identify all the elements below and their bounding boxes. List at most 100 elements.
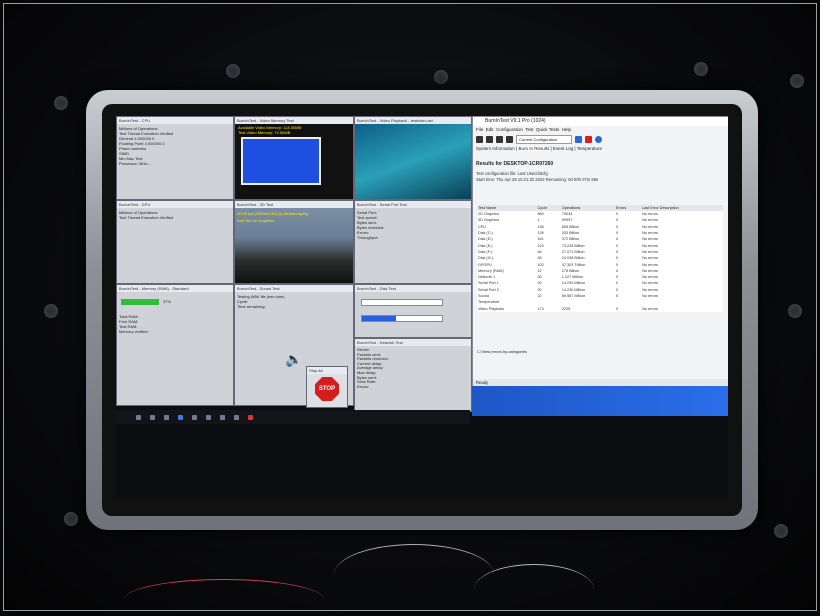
video-memory-test: Test Video Memory: 72.50MB <box>238 130 291 135</box>
checkbox-label: View errors by categories <box>481 349 527 354</box>
menu-bar: File Edit Configuration Test Quick Tests… <box>473 126 728 133</box>
open-icon[interactable] <box>486 135 493 143</box>
gpu-window[interactable]: BurnInTest - GPU Millions of Operations … <box>116 200 234 284</box>
task-view-icon[interactable] <box>164 414 169 420</box>
browser-icon[interactable] <box>178 414 183 420</box>
stop-panel[interactable]: Stop All STOP <box>306 366 348 408</box>
menu-test[interactable]: Test <box>525 127 533 132</box>
window-body: Millions of Operations Test Thread Execu… <box>117 124 233 168</box>
results-table: Test Name Cycle Operations Errors Last E… <box>477 205 723 312</box>
results-info: Test configuration file: Last Used.bitcf… <box>476 171 598 183</box>
disk-progress-track <box>361 299 443 306</box>
play-icon[interactable] <box>575 135 582 143</box>
text-line: Processor, MHz:... <box>119 161 152 166</box>
tab-event-log[interactable]: Event Log <box>553 146 573 151</box>
info-line: Start time: Thu Apr 28 10:21:32 2022 Rem… <box>476 177 599 182</box>
menu-edit[interactable]: Edit <box>486 127 494 132</box>
app-icon[interactable] <box>234 414 239 420</box>
search-icon[interactable] <box>150 414 155 420</box>
table-row[interactable]: Video Playback 174 2225 0 No errors <box>477 305 723 311</box>
results-rows: 2D Graphics 869 79034 0 No errors 3D Graphics… <box>477 211 723 312</box>
help-icon[interactable] <box>595 135 602 143</box>
disk-window[interactable]: BurnInTest - Disk Test <box>354 284 472 338</box>
video-playback-window[interactable]: BurnInTest - Video Playback - testvideo.… <box>354 116 472 200</box>
close-icon[interactable] <box>496 135 503 143</box>
speaker-icon: 🔈 <box>285 351 303 367</box>
cable <box>124 579 324 610</box>
disk-progress-track <box>361 315 443 322</box>
menu-file[interactable]: File <box>476 127 483 132</box>
desktop-background <box>472 386 728 416</box>
store-icon[interactable] <box>206 414 211 420</box>
window-title: BurnInTest - Disk Test <box>355 285 471 292</box>
video-memory-fill <box>241 137 321 185</box>
mounting-hole <box>54 96 68 110</box>
tab-bar: System Information | Burn In Results | E… <box>476 146 602 151</box>
memory-progress-label: 37% <box>163 299 172 304</box>
photo-frame: BurnInTest - CPU Millions of Operations … <box>3 3 817 611</box>
mounting-hole <box>790 74 804 88</box>
configuration-select[interactable]: Current Configuration <box>516 134 572 144</box>
mail-icon[interactable] <box>220 414 225 420</box>
table-cell: No errors <box>642 306 658 311</box>
results-header: Results for DESKTOP-1CR97260 <box>476 161 554 167</box>
mounting-hole <box>694 62 708 76</box>
main-title: BurnInTest V9.1 Pro (1024) <box>473 117 728 126</box>
toolbar: Current Configuration <box>473 133 728 145</box>
tab-temperature[interactable]: Temperature <box>577 146 602 151</box>
serial-port-window[interactable]: BurnInTest - Serial Port Test Serial Por… <box>354 200 472 284</box>
cpu-window[interactable]: BurnInTest - CPU Millions of Operations … <box>116 116 234 200</box>
table-cell: 0 <box>615 306 619 311</box>
gpu-name-label: Intel Iris Xe Graphics <box>237 218 275 223</box>
window-title: BurnInTest - CPU <box>117 117 233 124</box>
video-memory-window[interactable]: BurnInTest - Video Memory Test Available… <box>234 116 354 200</box>
config-icon[interactable] <box>506 135 513 143</box>
menu-help[interactable]: Help <box>562 127 571 132</box>
mounting-hole <box>64 512 78 526</box>
text-line: Errors: <box>357 383 369 389</box>
window-title: BurnInTest - Memory (RAM) - Standard <box>117 285 233 292</box>
start-icon[interactable] <box>136 414 141 420</box>
mounting-hole <box>788 304 802 318</box>
mounting-hole <box>434 70 448 84</box>
disk-progress-fill <box>362 316 396 321</box>
save-icon[interactable] <box>476 135 483 143</box>
view-errors-checkbox[interactable]: ☐ View errors by categories <box>477 349 527 354</box>
mounting-hole <box>44 304 58 318</box>
stop-button[interactable]: STOP <box>315 377 339 401</box>
menu-configuration[interactable]: Configuration <box>496 127 523 132</box>
tab-system-information[interactable]: System Information <box>476 146 515 151</box>
fps-label: 40.00 fps (2560x1440) (s) Multisampling <box>237 211 309 216</box>
window-title: BurnInTest - Network Test <box>355 339 471 346</box>
monitor-bezel: BurnInTest - CPU Millions of Operations … <box>86 90 758 530</box>
window-title: BurnInTest - Sound Test <box>235 285 353 292</box>
table-cell: 2225 <box>561 306 571 311</box>
3d-test-window[interactable]: BurnInTest - 3D Test 40.00 fps (2560x144… <box>234 200 354 284</box>
window-title: Stop All <box>307 367 347 374</box>
memory-window[interactable]: BurnInTest - Memory (RAM) - Standard 37%… <box>116 284 234 406</box>
taskbar <box>116 410 470 424</box>
display-screen: BurnInTest - CPU Millions of Operations … <box>116 116 728 498</box>
stop-icon[interactable] <box>585 135 592 143</box>
network-window[interactable]: BurnInTest - Network Test Server: Packet… <box>354 338 472 412</box>
cable <box>334 544 494 605</box>
text-line: Time remaining: <box>237 304 266 309</box>
text-line: Test Thread Execution Verified <box>119 215 174 220</box>
table-cell: 174 <box>537 306 544 311</box>
window-title: BurnInTest - Video Memory Test <box>235 117 353 124</box>
menu-quick-tests[interactable]: Quick Tests <box>536 127 559 132</box>
window-title: BurnInTest - 3D Test <box>235 201 353 208</box>
burnintest-main-window[interactable]: BurnInTest V9.1 Pro (1024) File Edit Con… <box>472 116 728 388</box>
cable <box>474 564 594 610</box>
memory-progress-bar <box>121 299 159 305</box>
tab-burn-in-results[interactable]: Burn In Results <box>518 146 550 151</box>
folder-icon[interactable] <box>192 414 197 420</box>
window-title: BurnInTest - Video Playback - testvideo.… <box>355 117 471 124</box>
burnintest-icon[interactable] <box>248 414 253 420</box>
mounting-hole <box>774 524 788 538</box>
mounting-hole <box>226 64 240 78</box>
monitor-panel: BurnInTest - CPU Millions of Operations … <box>102 104 742 516</box>
table-cell: Video Playback <box>478 306 505 311</box>
window-title: BurnInTest - GPU <box>117 201 233 208</box>
text-line: Throughput: <box>357 235 379 240</box>
